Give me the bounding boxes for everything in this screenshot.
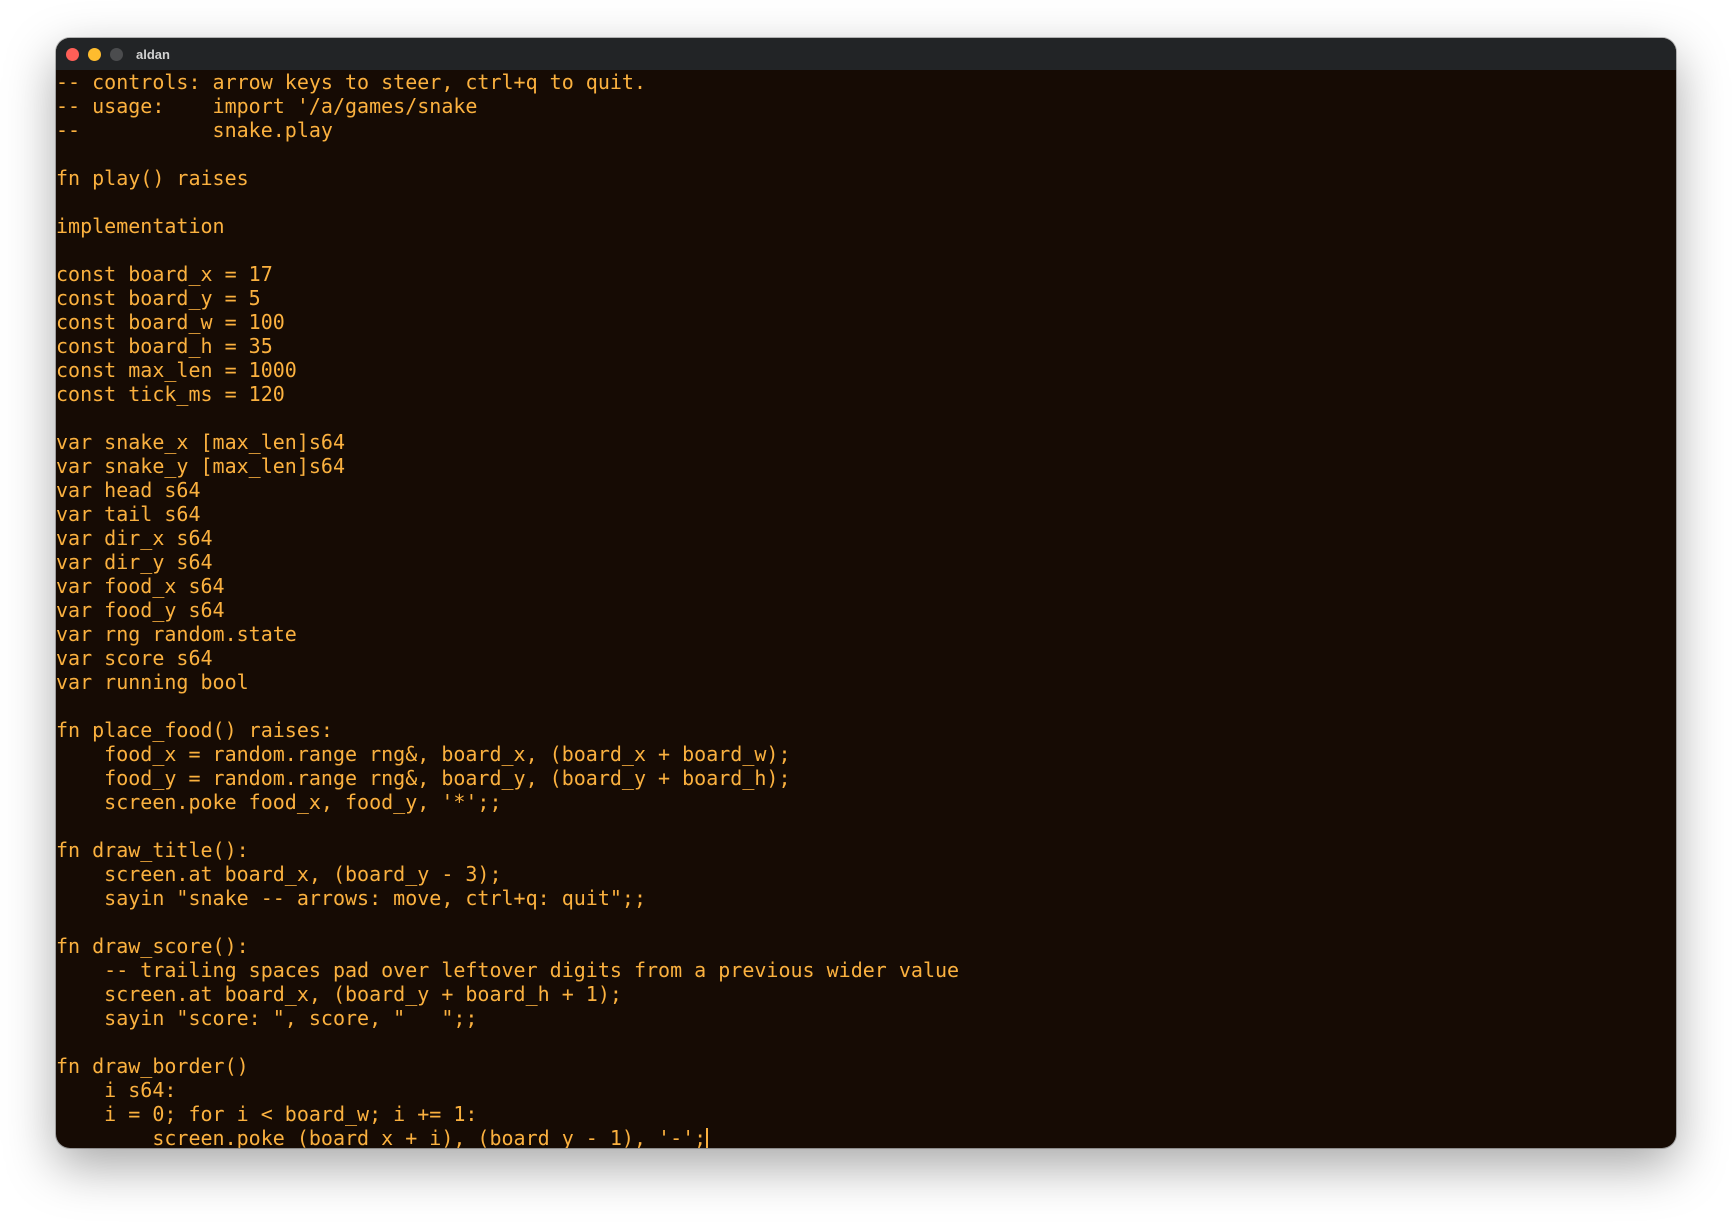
- code-line: var tail s64: [56, 502, 201, 526]
- window-title: aldan: [136, 46, 170, 62]
- code-line: var food_y s64: [56, 598, 225, 622]
- code-line: -- trailing spaces pad over leftover dig…: [56, 958, 960, 982]
- code-line: food_y = random.range rng&, board_y, (bo…: [56, 766, 791, 790]
- code-line: implementation: [56, 214, 225, 238]
- code-line: fn play() raises: [56, 166, 249, 190]
- code-line: sayin "score: ", score, " ";;: [56, 1006, 478, 1030]
- code-line: i = 0; for i < board_w; i += 1:: [56, 1102, 478, 1126]
- code-line: const board_x = 17: [56, 262, 273, 286]
- code-line: fn draw_border(): [56, 1054, 249, 1078]
- code-line: screen.poke food_x, food_y, '*';;: [56, 790, 502, 814]
- code-line: const tick_ms = 120: [56, 382, 285, 406]
- code-line: var dir_y s64: [56, 550, 213, 574]
- window-controls: [66, 47, 132, 61]
- text-cursor: [706, 1128, 709, 1148]
- code-line: screen.at board_x, (board_y - 3);: [56, 862, 502, 886]
- terminal-area[interactable]: -- controls: arrow keys to steer, ctrl+q…: [56, 70, 1676, 1148]
- code-line: var rng random.state: [56, 622, 297, 646]
- code-line: screen.poke (board_x + i), (board_y - 1)…: [56, 1126, 709, 1148]
- code-editor[interactable]: -- controls: arrow keys to steer, ctrl+q…: [56, 70, 1676, 1148]
- code-line: const board_h = 35: [56, 334, 273, 358]
- code-line: screen.at board_x, (board_y + board_h + …: [56, 982, 622, 1006]
- zoom-button[interactable]: [110, 47, 123, 61]
- code-line: var snake_x [max_len]s64: [56, 430, 345, 454]
- code-line: fn draw_title():: [56, 838, 249, 862]
- title-bar[interactable]: aldan: [56, 38, 1676, 70]
- terminal-window: aldan -- controls: arrow keys to steer, …: [56, 38, 1676, 1148]
- code-line: fn draw_score():: [56, 934, 249, 958]
- code-line: const max_len = 1000: [56, 358, 297, 382]
- code-line: food_x = random.range rng&, board_x, (bo…: [56, 742, 791, 766]
- close-button[interactable]: [66, 47, 79, 61]
- code-line: -- snake.play: [56, 118, 333, 142]
- code-line: var snake_y [max_len]s64: [56, 454, 345, 478]
- code-line: var score s64: [56, 646, 213, 670]
- code-line: -- usage: import '/a/games/snake: [56, 94, 478, 118]
- code-line: const board_w = 100: [56, 310, 285, 334]
- code-line: sayin "snake -- arrows: move, ctrl+q: qu…: [56, 886, 647, 910]
- code-line: i s64:: [56, 1078, 177, 1102]
- code-line: var food_x s64: [56, 574, 225, 598]
- code-line: const board_y = 5: [56, 286, 261, 310]
- code-line: fn place_food() raises:: [56, 718, 333, 742]
- minimize-button[interactable]: [88, 47, 101, 61]
- code-line: -- controls: arrow keys to steer, ctrl+q…: [56, 70, 647, 94]
- code-line: var dir_x s64: [56, 526, 213, 550]
- code-line: var running bool: [56, 670, 249, 694]
- code-line: var head s64: [56, 478, 201, 502]
